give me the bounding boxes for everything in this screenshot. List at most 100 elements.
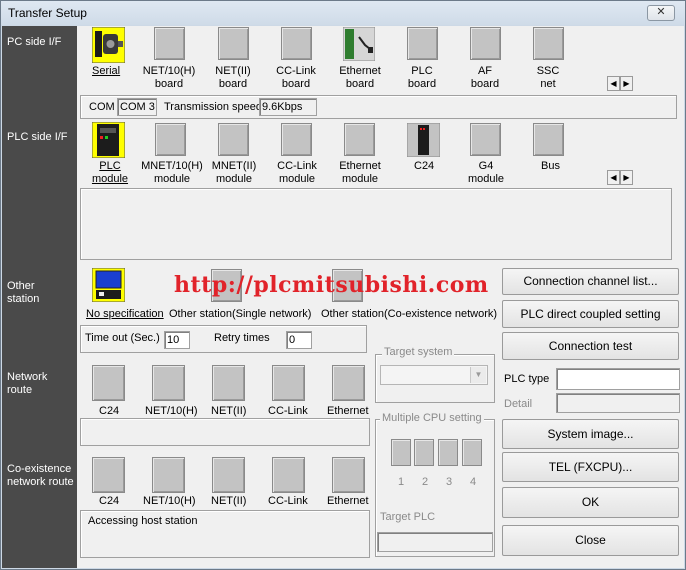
other-station-label-coexistence: Other station(Co-existence network): [321, 308, 498, 320]
pc-side-label-net10h: NET/10(H) board: [142, 65, 196, 90]
plc-type-field: [556, 368, 680, 390]
coexistence-label-cclink: CC-Link: [268, 495, 308, 507]
other-station-item-no-specification[interactable]: No specification: [86, 268, 166, 320]
system-image-button[interactable]: System image...: [502, 419, 679, 449]
coexistence-ethernet-icon[interactable]: [332, 457, 365, 493]
cpu-number-2: 2: [422, 476, 429, 488]
ethernet-board-icon[interactable]: [343, 27, 375, 61]
module-icon[interactable]: [281, 123, 312, 156]
tel-fxcpu-button[interactable]: TEL (FXCPU)...: [502, 452, 679, 482]
pc-side-item-serial[interactable]: Serial: [92, 26, 126, 78]
other-station-label: Other station: [7, 280, 40, 305]
connection-channel-list-button[interactable]: Connection channel list...: [502, 268, 679, 295]
target-system-dropdown[interactable]: ▼: [380, 365, 488, 385]
section-sidebar: PC side I/F PLC side I/F Other station N…: [2, 26, 77, 568]
timeout-field[interactable]: 10: [164, 331, 190, 349]
module-icon[interactable]: [470, 123, 501, 156]
close-button[interactable]: Close: [502, 525, 679, 556]
board-icon[interactable]: [218, 27, 249, 60]
detail-field: [556, 393, 680, 413]
module-icon[interactable]: [155, 123, 186, 156]
cpu-slot-1[interactable]: [391, 439, 411, 466]
dialog-client-area: PC side I/F PLC side I/F Other station N…: [2, 26, 684, 568]
plc-side-item-plc-module[interactable]: PLC module: [92, 122, 132, 185]
module-icon[interactable]: [533, 123, 564, 156]
network-route-c24-icon[interactable]: [92, 365, 125, 401]
network-route-label: Network route: [7, 371, 48, 396]
board-icon[interactable]: [407, 27, 438, 60]
network-route-label-net10h: NET/10(H): [145, 405, 198, 417]
cpu-number-4: 4: [470, 476, 477, 488]
detail-label: Detail: [504, 398, 533, 410]
cpu-slot-2[interactable]: [414, 439, 434, 466]
plc-side-scroll-right[interactable]: ▶: [620, 170, 633, 185]
other-station-label-single: Other station(Single network): [169, 308, 312, 320]
cpu-number-3: 3: [446, 476, 453, 488]
retry-times-field[interactable]: 0: [286, 331, 312, 349]
cpu-slot-4[interactable]: [462, 439, 482, 466]
cpu-number-1: 1: [398, 476, 405, 488]
pc-side-label-serial: Serial: [92, 65, 121, 77]
board-icon[interactable]: [154, 27, 185, 60]
chevron-down-icon[interactable]: ▼: [470, 367, 486, 383]
c24-module-icon[interactable]: [407, 123, 440, 157]
pc-side-label-af-board: AF board: [470, 65, 500, 90]
module-icon[interactable]: [344, 123, 375, 156]
network-route-ethernet-icon[interactable]: [332, 365, 365, 401]
timeout-panel: Time out (Sec.) 10 Retry times 0: [80, 325, 367, 353]
connection-test-button[interactable]: Connection test: [502, 332, 679, 360]
plc-side-scroll-left[interactable]: ◀: [607, 170, 620, 185]
transmission-speed-label: Transmission speed: [164, 101, 263, 113]
plc-side-label: PLC side I/F: [7, 131, 68, 143]
pc-side-label-ethernet: Ethernet board: [339, 65, 381, 90]
plc-side-label-c24: C24: [414, 160, 435, 172]
network-route-cclink-icon[interactable]: [272, 365, 305, 401]
coexistence-net2-icon[interactable]: [212, 457, 245, 493]
network-route-panel: [80, 418, 370, 446]
network-route-label-net2: NET(II): [211, 405, 247, 417]
no-spec-icon: [92, 268, 125, 302]
window-title: Transfer Setup: [8, 6, 87, 20]
transmission-speed-field[interactable]: 9.6Kbps: [259, 98, 317, 116]
cpu-slot-3[interactable]: [438, 439, 458, 466]
board-icon[interactable]: [470, 27, 501, 60]
com-settings-panel: COM COM 3 Transmission speed 9.6Kbps: [80, 95, 677, 119]
network-route-net10h-icon[interactable]: [152, 365, 185, 401]
multiple-cpu-title: Multiple CPU setting: [380, 412, 484, 424]
target-plc-field[interactable]: [377, 532, 493, 552]
pc-side-label: PC side I/F: [7, 36, 62, 48]
transfer-setup-window: Transfer Setup ✕ PC side I/F PLC side I/…: [0, 0, 686, 570]
network-route-label-cclink: CC-Link: [268, 405, 308, 417]
plc-type-label: PLC type: [504, 373, 550, 385]
plc-side-label-cclink-module: CC-Link module: [277, 160, 317, 185]
pc-side-label-cclink: CC-Link board: [276, 65, 316, 90]
plc-side-label-g4-module: G4 module: [467, 160, 505, 185]
plc-side-label-ethernet-module: Ethernet module: [339, 160, 381, 185]
com-label: COM: [89, 101, 115, 113]
watermark-text: http://plcmitsubishi.com: [174, 272, 489, 298]
coexistence-c24-icon[interactable]: [92, 457, 125, 493]
plc-side-label-plc-module: PLC module: [91, 160, 129, 185]
coexistence-label-c24: C24: [99, 495, 120, 507]
coexistence-cclink-icon[interactable]: [272, 457, 305, 493]
plc-side-label-bus: Bus: [541, 160, 560, 172]
plc-direct-coupled-button[interactable]: PLC direct coupled setting: [502, 300, 679, 328]
pc-side-scroll-left[interactable]: ◀: [607, 76, 620, 91]
ok-button[interactable]: OK: [502, 487, 679, 518]
plc-side-label-mnet10h: MNET/10(H) module: [141, 160, 203, 185]
plc-side-label-mnet2: MNET(II) module: [211, 160, 257, 185]
board-icon[interactable]: [533, 27, 564, 60]
com-port-field[interactable]: COM 3: [117, 98, 157, 116]
window-close-button[interactable]: ✕: [647, 5, 675, 21]
coexistence-status-text: Accessing host station: [88, 515, 198, 527]
network-route-net2-icon[interactable]: [212, 365, 245, 401]
module-icon[interactable]: [218, 123, 249, 156]
coexistence-net10h-icon[interactable]: [152, 457, 185, 493]
pc-side-scroll-right[interactable]: ▶: [620, 76, 633, 91]
board-icon[interactable]: [281, 27, 312, 60]
pc-side-label-ssc-net: SSC net: [536, 65, 560, 90]
network-route-label-ethernet: Ethernet: [327, 405, 369, 417]
coexistence-label-net2: NET(II): [211, 495, 247, 507]
target-plc-label: Target PLC: [380, 511, 436, 523]
network-route-label-c24: C24: [99, 405, 120, 417]
